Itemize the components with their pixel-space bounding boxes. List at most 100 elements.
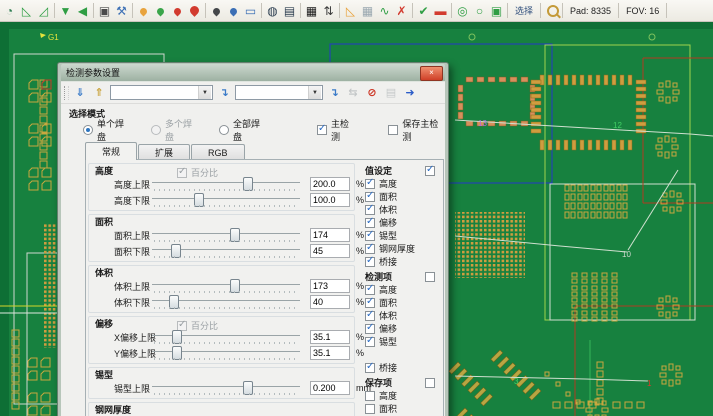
mesh-icon[interactable]: ▦ bbox=[359, 2, 376, 20]
cancel-icon[interactable]: ⊘ bbox=[364, 85, 380, 101]
item-checkbox[interactable] bbox=[365, 192, 375, 202]
right-group-checkbox[interactable] bbox=[425, 378, 435, 388]
delete-icon[interactable]: ✗ bbox=[393, 2, 410, 20]
value-input[interactable] bbox=[310, 193, 350, 207]
selection-radio-2[interactable]: 全部焊盘 bbox=[219, 117, 267, 143]
slider-thumb[interactable] bbox=[171, 244, 181, 258]
slider-track[interactable] bbox=[152, 279, 300, 293]
item-checkbox[interactable] bbox=[365, 363, 375, 373]
slider-thumb[interactable] bbox=[172, 346, 182, 360]
selection-checkbox-0[interactable]: 主检测 bbox=[317, 117, 356, 143]
target-circle-icon[interactable]: ◎ bbox=[454, 2, 471, 20]
circle-icon[interactable]: ○ bbox=[471, 2, 488, 20]
value-input[interactable] bbox=[310, 381, 350, 395]
item-checkbox[interactable] bbox=[365, 404, 375, 414]
slider-track[interactable] bbox=[152, 228, 300, 242]
right-item: 桥接 bbox=[365, 361, 437, 374]
close-button[interactable]: × bbox=[420, 66, 443, 81]
pin-dark-icon[interactable] bbox=[208, 2, 225, 20]
value-input[interactable] bbox=[310, 346, 350, 360]
slider-thumb[interactable] bbox=[243, 177, 253, 191]
grid-icon[interactable]: ▦ bbox=[303, 2, 320, 20]
camera-icon[interactable]: ▣ bbox=[96, 2, 113, 20]
ruler-orange-icon[interactable]: ◺ bbox=[342, 2, 359, 20]
item-checkbox[interactable] bbox=[365, 337, 375, 347]
pin-green-icon[interactable] bbox=[152, 2, 169, 20]
value-input[interactable] bbox=[310, 295, 350, 309]
selection-radio-0[interactable]: 单个焊盘 bbox=[83, 117, 131, 143]
slider-thumb[interactable] bbox=[172, 330, 182, 344]
pad-spec-combobox[interactable]: ▼ bbox=[235, 85, 323, 100]
item-checkbox[interactable] bbox=[365, 257, 375, 267]
tab-2[interactable]: RGB bbox=[191, 144, 245, 160]
item-label: 面积 bbox=[379, 402, 397, 415]
map-marker-icon[interactable] bbox=[186, 2, 203, 20]
dialog-toolbar: ⇓⇑▼↴▼↴⇆⊘▤➜ bbox=[61, 82, 445, 104]
section-3: 偏移百分比X偏移上限%Y偏移上限% bbox=[88, 316, 355, 364]
chevron-down-icon[interactable]: ▼ bbox=[308, 86, 321, 99]
gauge-icon[interactable]: ◔ bbox=[1, 2, 18, 20]
import-pad-library-icon[interactable]: ⇓ bbox=[72, 85, 88, 101]
item-checkbox[interactable] bbox=[365, 324, 375, 334]
value-input[interactable] bbox=[310, 177, 350, 191]
item-checkbox[interactable] bbox=[365, 244, 375, 254]
pcb-label: 3 bbox=[514, 377, 519, 386]
zoom-icon[interactable] bbox=[543, 2, 560, 20]
export-pad-library-icon[interactable]: ⇑ bbox=[91, 85, 107, 101]
item-checkbox[interactable] bbox=[365, 218, 375, 228]
slider-track[interactable] bbox=[152, 177, 300, 191]
value-input[interactable] bbox=[310, 244, 350, 258]
item-checkbox[interactable] bbox=[365, 205, 375, 215]
pin-blue-icon[interactable] bbox=[225, 2, 242, 20]
sort-az-icon[interactable]: ⇅ bbox=[320, 2, 337, 20]
confirm-icon[interactable]: ✔ bbox=[415, 2, 432, 20]
item-checkbox[interactable] bbox=[365, 285, 375, 295]
slider-thumb[interactable] bbox=[194, 193, 204, 207]
slider-thumb[interactable] bbox=[230, 228, 240, 242]
megaphone-icon[interactable]: ◀ bbox=[74, 2, 91, 20]
pad-group-combobox[interactable]: ▼ bbox=[110, 85, 213, 100]
item-checkbox[interactable] bbox=[365, 231, 375, 241]
slider-thumb[interactable] bbox=[243, 381, 253, 395]
slider-thumb[interactable] bbox=[169, 295, 179, 309]
item-label: 体积 bbox=[379, 203, 397, 216]
slider-track[interactable] bbox=[152, 193, 300, 207]
ruler-triangle-alt-icon[interactable]: ◿ bbox=[35, 2, 52, 20]
slider-track[interactable] bbox=[152, 346, 300, 360]
tab-0[interactable]: 常规 bbox=[85, 142, 137, 160]
selection-checkbox-1[interactable]: 保存主检测 bbox=[388, 117, 445, 143]
exit-icon[interactable]: ➜ bbox=[402, 85, 418, 101]
fov-grid-icon[interactable]: ◍ bbox=[264, 2, 281, 20]
toolbar-grip[interactable] bbox=[64, 86, 69, 100]
pin-orange-icon[interactable] bbox=[135, 2, 152, 20]
marquee-icon[interactable]: ▭ bbox=[242, 2, 259, 20]
slider-track[interactable] bbox=[152, 330, 300, 344]
slider-track[interactable] bbox=[152, 244, 300, 258]
value-input[interactable] bbox=[310, 279, 350, 293]
tools-icon[interactable]: ⚒ bbox=[113, 2, 130, 20]
chart-icon[interactable]: ∿ bbox=[376, 2, 393, 20]
slider-track[interactable] bbox=[152, 381, 300, 395]
select-mode-label[interactable]: 选择 bbox=[510, 4, 538, 17]
right-group-checkbox[interactable] bbox=[425, 272, 435, 282]
apply-group-icon[interactable]: ↴ bbox=[216, 85, 232, 101]
snapshot-icon[interactable]: ▤ bbox=[281, 2, 298, 20]
value-input[interactable] bbox=[310, 228, 350, 242]
value-input[interactable] bbox=[310, 330, 350, 344]
pin-red-icon[interactable] bbox=[169, 2, 186, 20]
item-checkbox[interactable] bbox=[365, 311, 375, 321]
item-checkbox[interactable] bbox=[365, 298, 375, 308]
right-group-checkbox[interactable] bbox=[425, 166, 435, 176]
dialog-titlebar[interactable]: 检测参数设置 × bbox=[61, 64, 445, 81]
item-checkbox[interactable] bbox=[365, 391, 375, 401]
apply-spec-icon[interactable]: ↴ bbox=[326, 85, 342, 101]
remove-icon[interactable]: ▬ bbox=[432, 2, 449, 20]
slider-thumb[interactable] bbox=[230, 279, 240, 293]
chevron-down-icon[interactable]: ▼ bbox=[198, 86, 211, 99]
ruler-triangle-icon[interactable]: ◺ bbox=[18, 2, 35, 20]
funnel-icon[interactable]: ▼ bbox=[57, 2, 74, 20]
square-pad-icon[interactable]: ▣ bbox=[488, 2, 505, 20]
tab-1[interactable]: 扩展 bbox=[138, 144, 190, 160]
item-checkbox[interactable] bbox=[365, 179, 375, 189]
slider-track[interactable] bbox=[152, 295, 300, 309]
